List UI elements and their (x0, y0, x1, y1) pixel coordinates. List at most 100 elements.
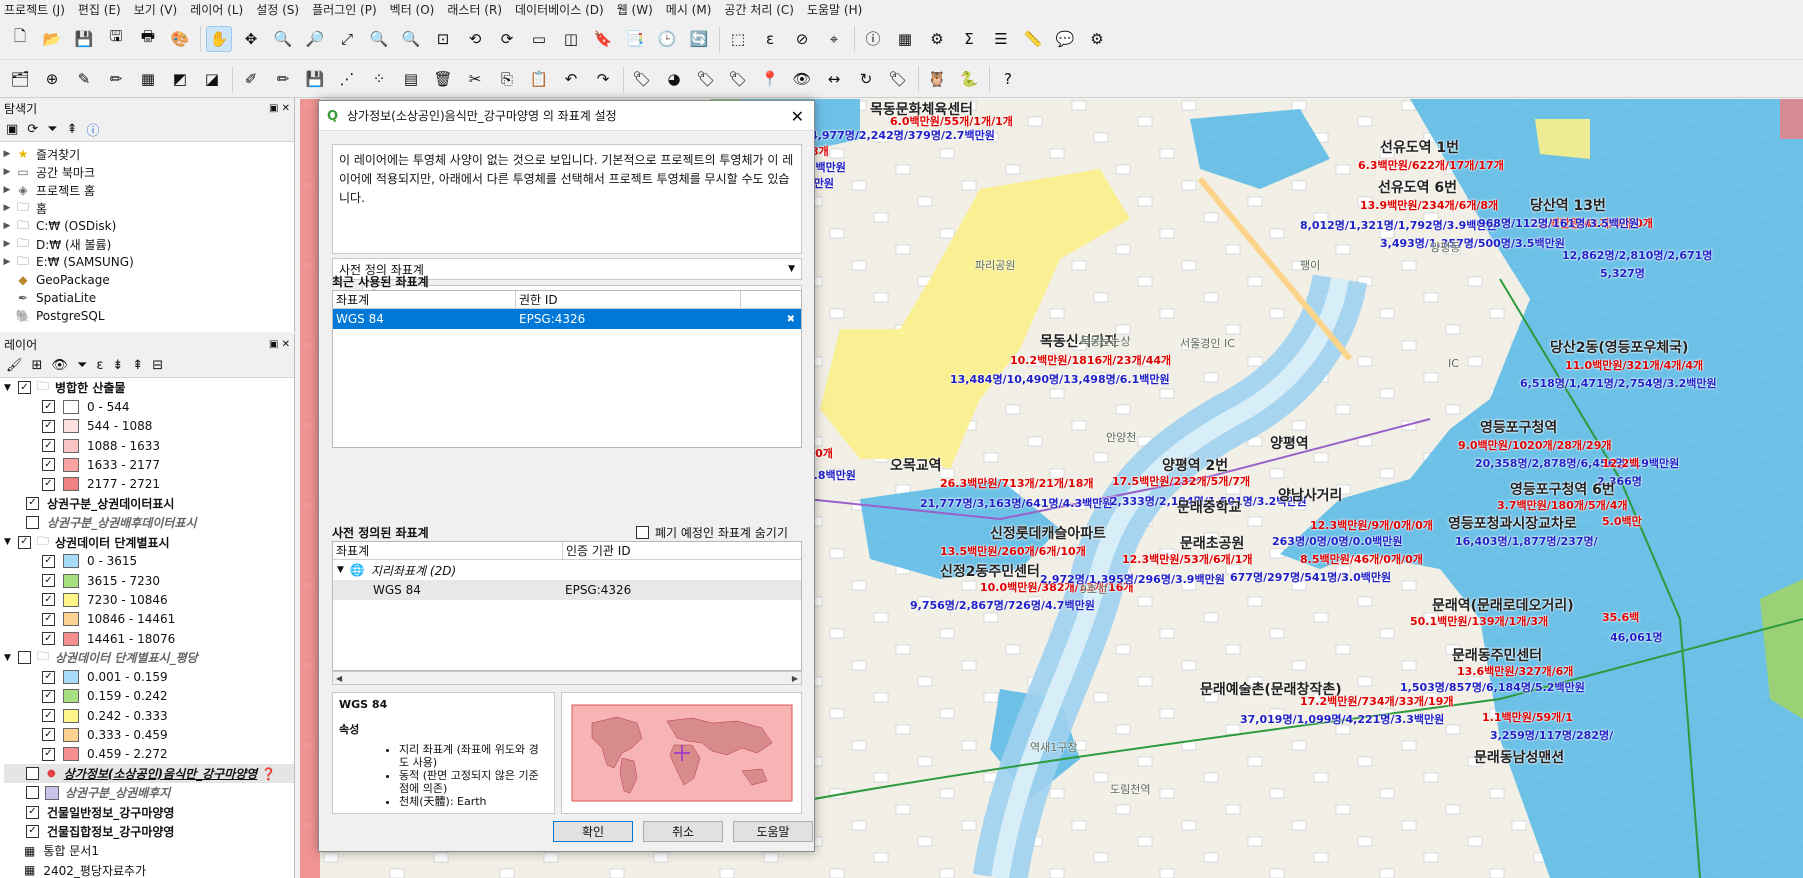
chevron-right-icon[interactable]: ▶ (0, 239, 14, 249)
plugin-owl-icon[interactable]: 🦉 (925, 67, 949, 91)
zoom-next-icon[interactable]: ⟳ (495, 27, 519, 51)
layer-tree-row[interactable]: ▦ 2402_평당자료추가 (4, 860, 294, 878)
menu-item[interactable]: 데이터베이스 (D) (515, 1, 604, 18)
layer-visibility-checkbox[interactable] (26, 516, 39, 530)
redo-icon[interactable]: ↷ (591, 67, 615, 91)
layer-tree-row[interactable]: 상권구분_상권배후지 (4, 783, 294, 802)
chevron-right-icon[interactable]: ▶ (0, 203, 14, 213)
zoom-last-icon[interactable]: ⟲ (463, 27, 487, 51)
processing-icon[interactable]: ⚙ (1085, 27, 1109, 51)
zoom-layer-icon[interactable]: 🔍 (399, 27, 423, 51)
menu-item[interactable]: 레이어 (L) (190, 1, 243, 18)
browser-item[interactable]: ▶ 🗀 E:₩ (SAMSUNG) (0, 253, 294, 271)
layer-visibility-checkbox[interactable]: ✓ (26, 805, 39, 819)
ok-button[interactable]: 확인 (553, 821, 633, 842)
scroll-right-icon[interactable]: ▶ (792, 674, 798, 683)
grid-icon[interactable]: ▦ (136, 67, 160, 91)
select-features-icon[interactable]: ⬚ (726, 27, 750, 51)
layer-visibility-checkbox[interactable]: ✓ (42, 593, 55, 607)
refresh-icon[interactable]: 🔄 (687, 27, 711, 51)
browser-item[interactable]: ◆ GeoPackage (0, 271, 294, 289)
layer-visibility-checkbox[interactable]: ✓ (42, 632, 55, 645)
panel-float-close-icon[interactable]: ▣ ✕ (269, 339, 290, 350)
menu-item[interactable]: 프로젝트 (J) (4, 1, 65, 18)
move-label-icon[interactable]: ↔ (822, 67, 846, 91)
settings-gear-icon[interactable]: ⚙ (925, 27, 949, 51)
move-feature-icon[interactable]: ⁘ (367, 67, 391, 91)
menu-item[interactable]: 보기 (V) (134, 1, 177, 18)
zoom-in-icon[interactable]: 🔍 (271, 27, 295, 51)
show-label-icon[interactable]: 👁 (790, 67, 814, 91)
menu-item[interactable]: 메시 (M) (666, 1, 712, 18)
diagram-icon[interactable]: ◕ (662, 67, 686, 91)
menu-item[interactable]: 벡터 (O) (390, 1, 435, 18)
change-label-icon[interactable]: 🏷 (886, 67, 910, 91)
layer-tree-row[interactable]: ✓ 1633 - 2177 (4, 455, 294, 474)
remove-layer-icon[interactable]: ⊟ (152, 358, 163, 373)
layer-visibility-checkbox[interactable]: ✓ (42, 554, 55, 568)
style-manager-icon[interactable]: 🎨 (168, 27, 192, 51)
data-source-manager-icon[interactable]: 🗂 (8, 67, 32, 91)
print-layout-icon[interactable]: 🖶 (136, 27, 160, 51)
chevron-down-icon[interactable]: ▼ (4, 383, 18, 393)
pan-to-selection-icon[interactable]: ✥ (239, 27, 263, 51)
table-row[interactable]: WGS 84 EPSG:4326 (333, 580, 801, 600)
attribute-table-icon[interactable]: ▦ (893, 27, 917, 51)
select-edit-icon[interactable]: ◪ (200, 67, 224, 91)
browser-item[interactable]: ▶ ◈ 프로젝트 홈 (0, 181, 294, 199)
layer-tree-row[interactable]: ✓ 2177 - 2721 (4, 474, 294, 493)
layer-tree-row[interactable]: ✓ 상권구분_상권데이터표시 (4, 494, 294, 513)
layer-tree-row[interactable]: ● 상가정보(소상공인)음식만_강구마양영 ❓ (4, 763, 294, 784)
save-project-icon[interactable]: 💾 (72, 27, 96, 51)
temporal-controller-icon[interactable]: 🕒 (655, 27, 679, 51)
zoom-selection-icon[interactable]: 🔍 (367, 27, 391, 51)
layer-tree-row[interactable]: ✓ 7230 - 10846 (4, 590, 294, 609)
layer-tree-row[interactable]: ✓ 1088 - 1633 (4, 436, 294, 455)
close-icon[interactable]: ✕ (791, 107, 804, 126)
save-as-icon[interactable]: 🖫 (104, 27, 128, 51)
chevron-right-icon[interactable]: ▶ (0, 185, 14, 195)
layer-visibility-checkbox[interactable]: ✓ (42, 689, 55, 703)
identify-icon[interactable]: ⓘ (861, 27, 885, 51)
layer-visibility-checkbox[interactable] (18, 651, 31, 665)
undo-icon[interactable]: ↶ (559, 67, 583, 91)
panel-float-close-icon[interactable]: ▣ ✕ (269, 103, 290, 114)
layer-visibility-checkbox[interactable]: ✓ (42, 477, 55, 491)
filter-legend-icon[interactable]: ⏷ (77, 358, 87, 373)
layer-visibility-checkbox[interactable]: ✓ (42, 709, 55, 723)
rotate-label-icon[interactable]: ↻ (854, 67, 878, 91)
layer-visibility-checkbox[interactable]: ✓ (42, 419, 55, 433)
browser-item[interactable]: ✒ SpatiaLite (0, 289, 294, 307)
layer-visibility-checkbox[interactable]: ✓ (42, 400, 55, 414)
chevron-right-icon[interactable]: ▶ (0, 257, 14, 267)
collapse-all-icon[interactable]: ⇞ (132, 358, 143, 373)
save-edits-icon[interactable]: 💾 (303, 67, 327, 91)
expression-filter-icon[interactable]: ε (96, 358, 103, 373)
layer-visibility-checkbox[interactable]: ✓ (42, 574, 55, 588)
layer-tree-row[interactable]: ✓ 건물일반정보_강구마양영 (4, 803, 294, 822)
filter-icon[interactable]: ⏷ (47, 122, 57, 137)
menu-item[interactable]: 설정 (S) (256, 1, 299, 18)
scroll-left-icon[interactable]: ◀ (336, 674, 342, 683)
layer-visibility-checkbox[interactable]: ✓ (42, 458, 55, 472)
paste-icon[interactable]: 📋 (527, 67, 551, 91)
zoom-full-icon[interactable]: ⤢ (335, 27, 359, 51)
layer-tree-row[interactable]: ✓ 10846 - 14461 (4, 610, 294, 629)
refresh-icon[interactable]: ⟳ (27, 122, 38, 137)
vertex-tool-icon[interactable]: ◩ (168, 67, 192, 91)
menu-item[interactable]: 도움말 (H) (807, 1, 862, 18)
browser-item[interactable]: ▶ 🗀 C:₩ (OSDisk) (0, 217, 294, 235)
layer-visibility-checkbox[interactable]: ✓ (26, 824, 39, 838)
add-group-icon[interactable]: ⊞ (32, 358, 43, 373)
help-button[interactable]: 도움말 (733, 821, 813, 842)
checkbox-box[interactable] (636, 526, 649, 539)
layer-tree-row[interactable]: ✓ 0.001 - 0.159 (4, 667, 294, 686)
layer-visibility-checkbox[interactable]: ✓ (26, 496, 39, 510)
layer-visibility-checkbox[interactable]: ✓ (42, 612, 55, 626)
collapse-all-icon[interactable]: ⇞ (67, 122, 78, 137)
chevron-down-icon[interactable]: ▼ (4, 537, 18, 547)
layer-tree-row[interactable]: ✓ 건물집합정보_강구마양영 (4, 822, 294, 841)
layer-visibility-checkbox[interactable]: ✓ (42, 728, 55, 742)
layer-tree-row[interactable]: ✓ 0.242 - 0.333 (4, 706, 294, 725)
layer-tree-row[interactable]: ✓ 0.159 - 0.242 (4, 687, 294, 706)
